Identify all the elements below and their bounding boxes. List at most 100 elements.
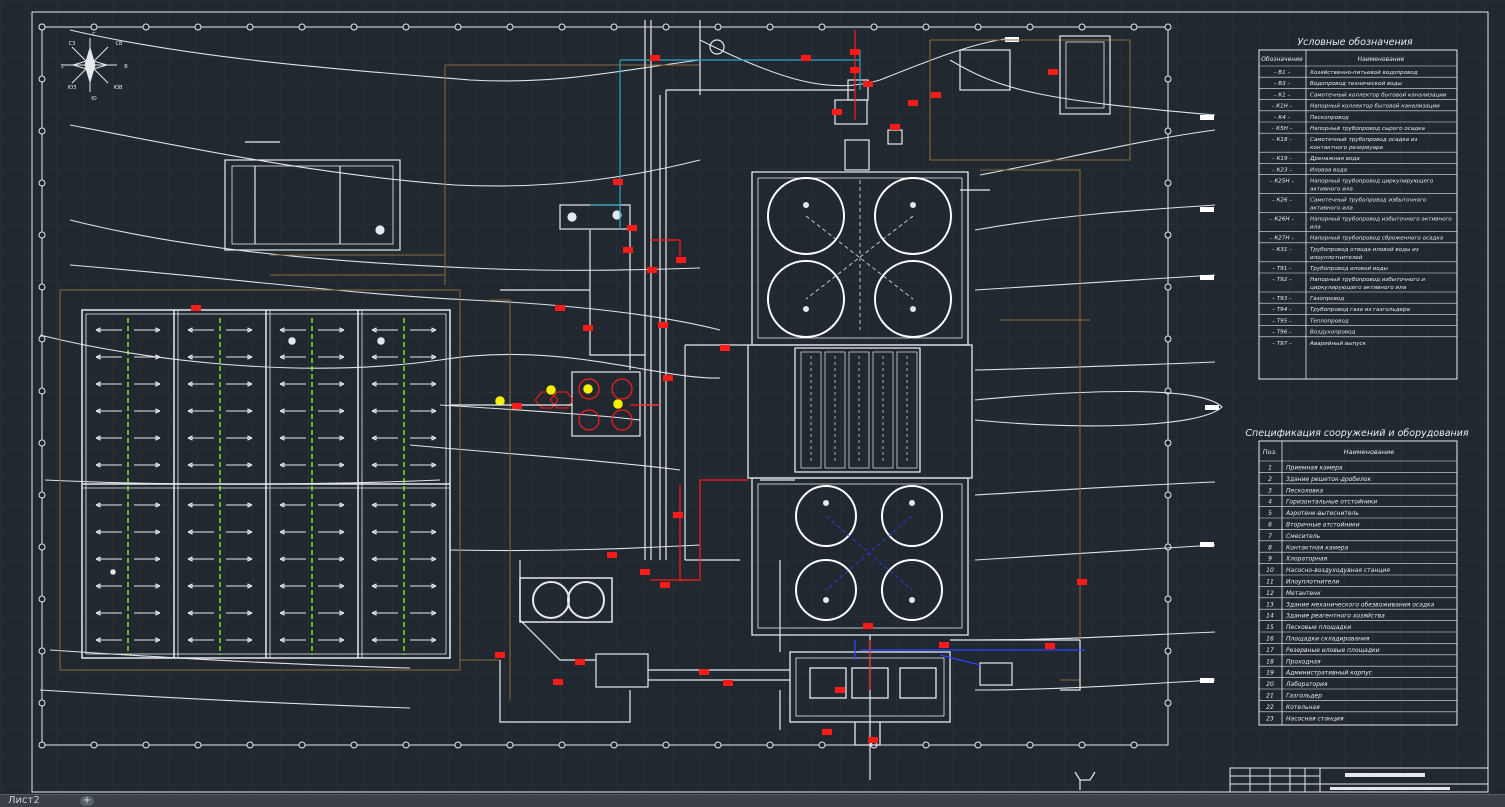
pipe-fitting-marker xyxy=(832,109,842,115)
pipe-fitting-marker xyxy=(627,225,637,231)
fence-post xyxy=(558,741,566,749)
spec-name: Песколовка xyxy=(1286,487,1323,494)
spec-name: Песковые площадки xyxy=(1286,624,1351,631)
pipe-fitting-marker xyxy=(607,552,617,558)
fence-post xyxy=(1164,179,1172,187)
legend-code: – К1 – xyxy=(1274,92,1291,98)
spec-name: Метантенк xyxy=(1286,590,1321,597)
fence-post xyxy=(1164,75,1172,83)
legend-code: – К26Н – xyxy=(1270,217,1295,223)
legend-code: – Т94 – xyxy=(1272,307,1292,313)
pipe-fitting-marker xyxy=(553,679,563,685)
fence-post xyxy=(194,741,202,749)
spec-name: Здание реагентного хозяйства xyxy=(1286,613,1385,620)
svg-text:ЮВ: ЮВ xyxy=(114,85,123,91)
fence-post xyxy=(558,23,566,31)
spec-name: Насосно-воздуходувная станция xyxy=(1286,567,1390,574)
fence-post xyxy=(246,23,254,31)
fence-post xyxy=(1164,595,1172,603)
legend-name: Дренажная вода xyxy=(1309,156,1360,162)
pipe-fitting-marker xyxy=(822,729,832,735)
spec-pos: 3 xyxy=(1268,487,1272,494)
spec-name: Хлораторная xyxy=(1285,556,1328,563)
spec-pos: 19 xyxy=(1266,670,1274,677)
fence-post xyxy=(38,741,46,749)
spec-name: Котельная xyxy=(1286,704,1320,711)
spec-name: Вторичные отстойники xyxy=(1286,522,1360,529)
spec-pos: 17 xyxy=(1266,647,1274,654)
fence-post xyxy=(818,23,826,31)
fence-post xyxy=(38,647,46,655)
fence-post xyxy=(610,741,618,749)
legend-code: – Т96 – xyxy=(1272,330,1292,336)
fence-post xyxy=(1164,23,1172,31)
fence-post xyxy=(454,741,462,749)
sheet-tab[interactable]: Лист2 xyxy=(8,795,40,807)
legend-code: – В3 – xyxy=(1274,81,1291,87)
spec-name: Резервные иловые площадки xyxy=(1286,647,1380,654)
legend-code: – К25Н – xyxy=(1270,179,1295,185)
legend-code: – К27Н – xyxy=(1270,236,1295,242)
legend-name-cont: активного ила xyxy=(1310,206,1353,212)
fence-post xyxy=(1130,741,1138,749)
spec-pos: 5 xyxy=(1268,510,1272,517)
legend-code: – Т97 – xyxy=(1272,341,1292,347)
svg-text:В: В xyxy=(124,64,128,70)
spec-name: Контактная камера xyxy=(1286,544,1349,551)
legend-name: Газопровод xyxy=(1310,296,1344,302)
spec-name: Административный корпус xyxy=(1285,670,1373,677)
legend-title: Условные обозначения xyxy=(1297,37,1412,48)
pipe-fitting-marker xyxy=(931,92,941,98)
legend-name-cont: контактного резервуара xyxy=(1310,145,1384,151)
pipe-fitting-marker xyxy=(863,623,873,629)
fence-post xyxy=(766,23,774,31)
pipe-fitting-marker xyxy=(908,100,918,106)
fence-post xyxy=(922,741,930,749)
fence-post xyxy=(142,741,150,749)
svg-text:Ю: Ю xyxy=(91,96,97,102)
fence-post xyxy=(714,741,722,749)
legend-name: Водопровод технической воды xyxy=(1310,81,1402,87)
pipe-fitting-marker xyxy=(623,247,633,253)
pipe-fitting-marker xyxy=(1045,643,1055,649)
spec-name: Здание решеток-дробилок xyxy=(1286,476,1371,483)
fence-post xyxy=(1026,741,1034,749)
legend-code: – Т95 – xyxy=(1272,318,1292,324)
fence-post xyxy=(38,23,46,31)
legend-name: Аварийный выпуск xyxy=(1309,341,1367,347)
spec-pos: 12 xyxy=(1266,590,1274,597)
pipe-fitting-marker xyxy=(583,325,593,331)
fence-post xyxy=(246,741,254,749)
legend-col-name: Наименование xyxy=(1358,56,1405,63)
fence-post xyxy=(1164,283,1172,291)
pipe-fitting-marker xyxy=(660,582,670,588)
fence-post xyxy=(298,23,306,31)
spec-name: Аэротенк-вытеснитель xyxy=(1285,510,1359,517)
spec-pos: 21 xyxy=(1266,693,1274,700)
pipe-fitting-marker xyxy=(640,569,650,575)
pipe-fitting-marker xyxy=(650,55,660,61)
fence-post xyxy=(402,741,410,749)
spec-pos: 23 xyxy=(1266,715,1274,722)
fence-post xyxy=(974,741,982,749)
fence-post xyxy=(38,439,46,447)
spec-pos: 2 xyxy=(1268,476,1272,483)
pipe-fitting-marker xyxy=(613,179,623,185)
legend-name: Теплопровод xyxy=(1310,318,1349,324)
fence-post xyxy=(1164,439,1172,447)
pipe-fitting-marker xyxy=(720,345,730,351)
fence-post xyxy=(194,23,202,31)
spec-pos: 8 xyxy=(1268,544,1272,551)
spec-pos: 20 xyxy=(1266,681,1274,688)
fence-post xyxy=(298,741,306,749)
legend-code: – К18 – xyxy=(1272,137,1292,143)
fence-post xyxy=(1164,543,1172,551)
spec-pos: 11 xyxy=(1266,579,1274,586)
legend-name: Хозяйственно-питьевой водопровод xyxy=(1309,70,1418,76)
site-plan-drawing[interactable]: С СВ В ЮВ Ю ЮЗ З СЗ Условные обозначения… xyxy=(0,0,1505,806)
spec-title: Спецификация сооружений и оборудования xyxy=(1245,428,1469,439)
legend-code: – К1Н – xyxy=(1272,104,1293,110)
add-sheet-button[interactable]: + xyxy=(80,796,94,806)
pipe-fitting-marker xyxy=(723,680,733,686)
spec-name: Лаборатория xyxy=(1285,681,1328,688)
